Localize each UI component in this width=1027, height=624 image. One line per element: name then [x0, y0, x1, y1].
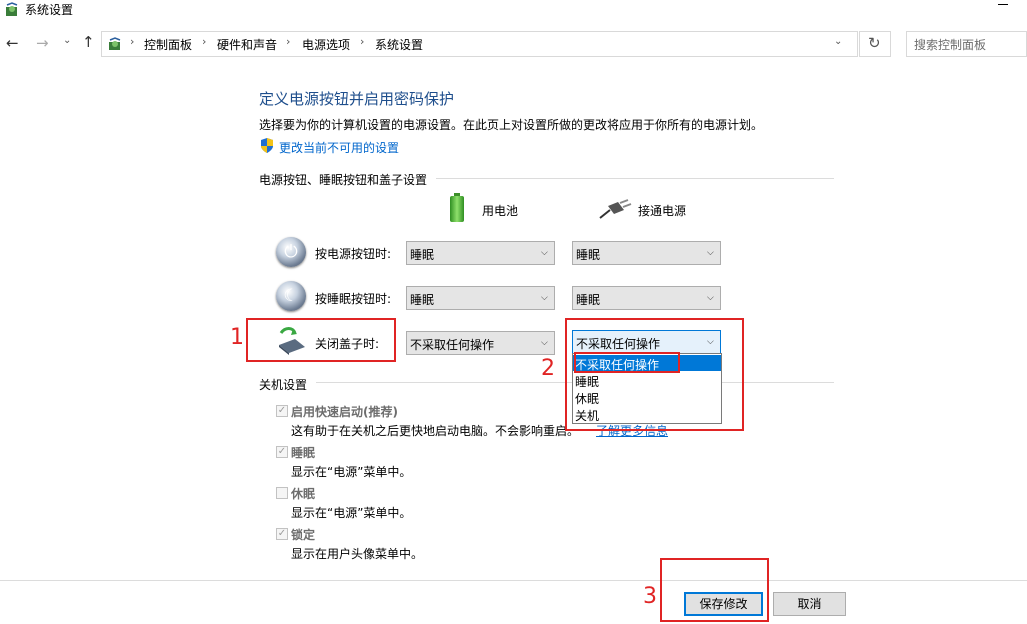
hibernate-desc: 显示在“电源”菜单中。	[291, 506, 412, 520]
breadcrumb-separator: ›	[130, 35, 135, 48]
annotation-number-2: 2	[541, 356, 555, 381]
refresh-icon[interactable]: ↻	[868, 34, 881, 52]
lock-desc: 显示在用户头像菜单中。	[291, 547, 424, 561]
window-title: 系统设置	[25, 3, 74, 17]
column-battery: 用电池	[482, 204, 519, 218]
forward-arrow-icon[interactable]: →	[36, 34, 49, 52]
breadcrumb-separator: ›	[360, 35, 365, 48]
control-panel-icon	[109, 37, 121, 50]
breadcrumb-hardware-sound[interactable]: 硬件和声音	[217, 36, 277, 53]
select-value: 睡眠	[410, 248, 435, 262]
sleep-label: 睡眠	[291, 446, 316, 460]
select-value: 睡眠	[576, 293, 601, 307]
breadcrumb-separator: ›	[202, 35, 207, 48]
annotation-number-3: 3	[643, 584, 657, 609]
select-value: 不采取任何操作	[410, 338, 495, 352]
divider	[436, 178, 834, 179]
address-dropdown-icon[interactable]: ⌄	[834, 36, 842, 47]
fast-startup-checkbox[interactable]: ✓	[276, 405, 288, 417]
row-label-power-button: 按电源按钮时:	[315, 247, 392, 261]
hibernate-checkbox[interactable]	[276, 487, 288, 499]
up-arrow-icon[interactable]: ↑	[82, 33, 95, 51]
power-button-icon: ⏻	[276, 237, 306, 267]
power-plug-icon	[599, 199, 632, 219]
footer-divider	[0, 580, 1027, 581]
chevron-down-icon: ⌵	[707, 248, 714, 258]
lock-label: 锁定	[291, 528, 316, 542]
hibernate-label: 休眠	[291, 487, 316, 501]
chevron-down-icon: ⌵	[707, 293, 714, 303]
cancel-button[interactable]: 取消	[773, 592, 846, 616]
search-placeholder: 搜索控制面板	[914, 38, 987, 52]
fast-startup-desc: 这有助于在关机之后更快地启动电脑。不会影响重启。	[291, 424, 580, 438]
recent-locations-chevron-icon[interactable]: ⌄	[63, 35, 71, 46]
breadcrumb-power-options[interactable]: 电源选项	[302, 36, 350, 53]
chevron-down-icon: ⌵	[541, 338, 548, 348]
annotation-box-2-option	[574, 352, 680, 373]
section-heading-shutdown: 关机设置	[259, 378, 308, 392]
title-bar	[0, 0, 1027, 28]
minimize-button[interactable]	[998, 4, 1008, 5]
back-arrow-icon[interactable]: ←	[6, 34, 19, 52]
sleep-desc: 显示在“电源”菜单中。	[291, 465, 412, 479]
annotation-box-2	[565, 318, 744, 431]
chevron-down-icon: ⌵	[541, 248, 548, 258]
page-description: 选择要为你的计算机设置的电源设置。在此页上对设置所做的更改将应用于你所有的电源计…	[259, 118, 764, 132]
annotation-number-1: 1	[230, 325, 244, 350]
breadcrumb-control-panel[interactable]: 控制面板	[144, 36, 192, 53]
breadcrumb-separator: ›	[286, 35, 291, 48]
select-value: 睡眠	[576, 248, 601, 262]
change-unavailable-settings-link[interactable]: 更改当前不可用的设置	[279, 139, 399, 156]
fast-startup-label: 启用快速启动(推荐)	[291, 405, 398, 419]
chevron-down-icon: ⌵	[541, 293, 548, 303]
lock-checkbox[interactable]: ✓	[276, 528, 288, 540]
sleep-checkbox[interactable]: ✓	[276, 446, 288, 458]
control-panel-icon	[6, 2, 18, 16]
address-bar[interactable]	[101, 31, 858, 57]
divider	[316, 382, 572, 383]
page-title: 定义电源按钮并启用密码保护	[259, 90, 455, 108]
uac-shield-icon	[261, 138, 273, 153]
annotation-box-3	[660, 558, 769, 622]
select-value: 睡眠	[410, 293, 435, 307]
annotation-box-1	[246, 318, 396, 362]
sleep-button-icon: ☾	[276, 281, 306, 311]
row-label-sleep-button: 按睡眠按钮时:	[315, 292, 392, 306]
breadcrumb-system-settings[interactable]: 系统设置	[375, 36, 423, 53]
column-plugged-in: 接通电源	[638, 204, 687, 218]
battery-icon	[450, 193, 464, 222]
section-heading-buttons: 电源按钮、睡眠按钮和盖子设置	[259, 173, 428, 187]
